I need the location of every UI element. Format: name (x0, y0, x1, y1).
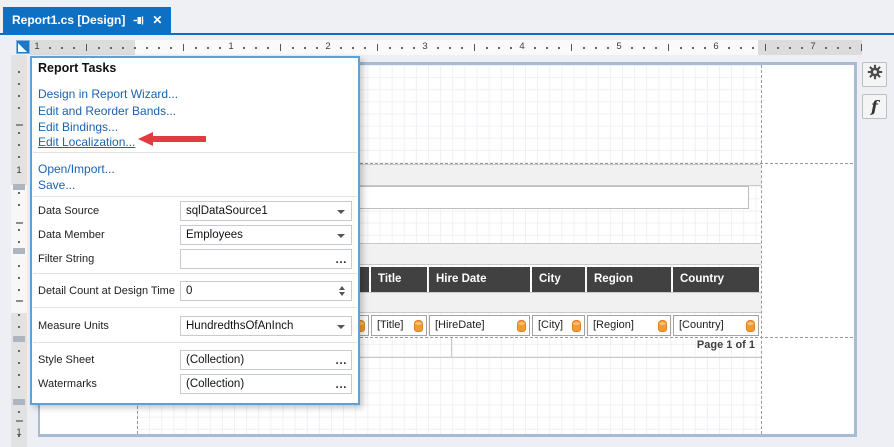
report-tasks-panel: Report Tasks Design in Report Wizard... … (30, 56, 360, 405)
ellipsis-icon[interactable]: … (335, 250, 347, 268)
link-edit-bindings[interactable]: Edit Bindings... (38, 120, 118, 134)
table-detail-cell[interactable]: [Country] (673, 315, 759, 336)
field-expression: [Region] (593, 319, 634, 331)
document-tab[interactable]: Report1.cs [Design] ✕ (3, 7, 172, 33)
table-header-cell[interactable]: Title (371, 267, 427, 292)
field-label: Data Source (38, 205, 100, 217)
link-edit-localization[interactable]: Edit Localization... (38, 135, 135, 149)
field-expression: [City] (538, 319, 564, 331)
panel-title: Report Tasks (38, 61, 117, 75)
table-header-cell[interactable]: Region (587, 267, 671, 292)
detail-count-stepper[interactable]: 0 (180, 281, 352, 301)
close-icon[interactable]: ✕ (152, 14, 162, 26)
field-expression: [HireDate] (435, 319, 485, 331)
watermarks-collection[interactable]: (Collection) … (180, 374, 352, 394)
data-source-dropdown[interactable]: sqlDataSource1 (180, 201, 352, 221)
field-value: (Collection) (186, 354, 245, 366)
tab-title: Report1.cs [Design] (12, 13, 126, 27)
table-detail-cell[interactable]: [City] (532, 315, 585, 336)
ellipsis-icon[interactable]: … (335, 375, 347, 393)
table-header-cell[interactable]: Hire Date (429, 267, 530, 292)
script-f-icon: f (871, 97, 878, 116)
arrow-tail (152, 136, 206, 142)
data-field-icon (658, 320, 667, 332)
link-design-in-report-wizard[interactable]: Design in Report Wizard... (38, 87, 178, 101)
table-detail-cell[interactable]: [HireDate] (429, 315, 530, 336)
table-detail-cell[interactable]: [Region] (587, 315, 671, 336)
field-value: (Collection) (186, 378, 245, 390)
arrow-head (138, 132, 153, 146)
field-label: Filter String (38, 253, 95, 265)
style-sheet-collection[interactable]: (Collection) … (180, 350, 352, 370)
tab-bar: Report1.cs [Design] ✕ (0, 0, 894, 35)
field-value: HundredthsOfAnInch (186, 320, 294, 332)
data-member-dropdown[interactable]: Employees (180, 225, 352, 245)
chevron-down-icon (337, 325, 345, 329)
field-expression: [Title] (377, 319, 404, 331)
separator (33, 273, 357, 274)
corner-triangle-icon (18, 43, 27, 52)
spinner-down-icon[interactable] (339, 292, 345, 296)
ellipsis-icon[interactable]: … (335, 351, 347, 369)
field-value: Employees (186, 229, 243, 241)
smart-tag-gear-button[interactable] (862, 62, 887, 87)
pin-icon[interactable] (133, 15, 144, 26)
field-label: Data Member (38, 229, 105, 241)
table-header-cell[interactable]: City (532, 267, 585, 292)
filter-string-input[interactable]: … (180, 249, 352, 269)
vertical-ruler: 11 (11, 55, 27, 447)
report-select-corner[interactable] (16, 40, 30, 54)
link-save[interactable]: Save... (38, 178, 75, 192)
table-detail-cell[interactable]: [Title] (371, 315, 427, 336)
field-label: Style Sheet (38, 354, 95, 366)
field-label: Watermarks (38, 378, 97, 390)
chevron-down-icon (337, 210, 345, 214)
field-expression: [Country] (679, 319, 724, 331)
link-edit-and-reorder-bands[interactable]: Edit and Reorder Bands... (38, 104, 176, 118)
field-label: Detail Count at Design Time (38, 285, 175, 297)
page-info-element[interactable]: Page 1 of 1 (451, 339, 757, 356)
separator (33, 196, 357, 197)
data-field-icon (572, 320, 581, 332)
measure-units-dropdown[interactable]: HundredthsOfAnInch (180, 316, 352, 336)
data-field-icon (414, 320, 423, 332)
spinner-up-icon[interactable] (339, 286, 345, 290)
chevron-down-icon (337, 234, 345, 238)
annotation-arrow (138, 132, 206, 146)
horizontal-ruler: 11234567 (30, 40, 862, 55)
designer-window: Report1.cs [Design] ✕ 11234567 11 Title … (0, 0, 894, 447)
data-field-icon (746, 320, 755, 332)
field-label: Measure Units (38, 320, 109, 332)
tab-underline (0, 33, 894, 35)
gear-icon (867, 64, 883, 85)
separator (33, 342, 357, 343)
scripts-button[interactable]: f (862, 94, 887, 119)
field-value: 0 (186, 285, 193, 297)
table-header-cell[interactable]: Country (673, 267, 759, 292)
separator (33, 307, 357, 308)
link-open-import[interactable]: Open/Import... (38, 162, 115, 176)
left-margin-segment (30, 40, 135, 55)
data-field-icon (517, 320, 526, 332)
right-margin-line[interactable] (761, 65, 762, 434)
field-value: sqlDataSource1 (186, 205, 268, 217)
separator (33, 152, 357, 153)
